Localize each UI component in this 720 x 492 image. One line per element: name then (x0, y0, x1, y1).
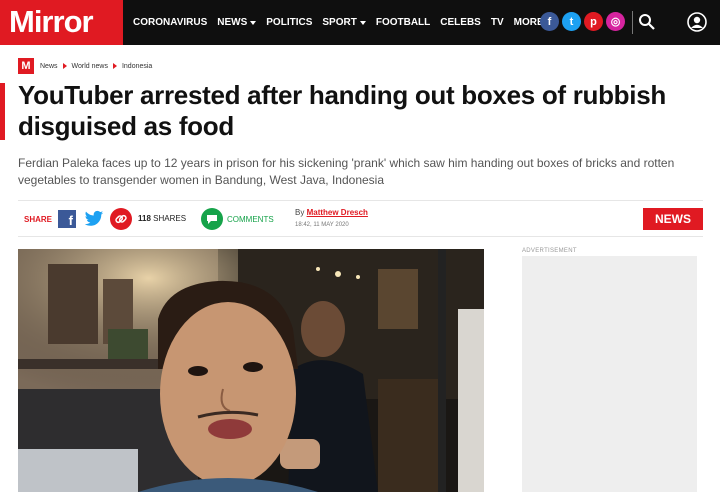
nav-item-tv[interactable]: TV (491, 17, 504, 28)
nav-item-label: TV (490, 17, 504, 28)
advertisement-slot[interactable] (522, 256, 697, 492)
comments-button[interactable]: COMMENTS (201, 208, 274, 230)
breadcrumb-separator-icon (112, 63, 117, 69)
user-account-icon[interactable] (687, 12, 707, 32)
nav-item-label: NEWS (217, 17, 248, 28)
headline-accent-bar (0, 83, 5, 140)
search-icon[interactable] (638, 13, 656, 31)
nav-item-label: POLITICS (266, 17, 313, 28)
nav-item-label: CORONAVIRUS (133, 17, 208, 28)
advertisement-label: ADVERTISEMENT (522, 248, 577, 254)
breadcrumb-indonesia[interactable]: Indonesia (122, 63, 152, 70)
main-menu: CORONAVIRUS NEWS POLITICS SPORT FOOTBALL CELE… (128, 0, 558, 45)
pinterest-icon[interactable]: p (584, 12, 603, 31)
byline: By Matthew Dresch (295, 208, 368, 217)
nav-item-politics[interactable]: POLITICS (266, 17, 312, 28)
instagram-icon[interactable]: ◎ (606, 12, 625, 31)
breadcrumb: M News World news Indonesia (18, 58, 152, 74)
author-link[interactable]: Matthew Dresch (307, 208, 368, 217)
article-standfirst: Ferdian Paleka faces up to 12 years in p… (18, 156, 675, 187)
article-headline: YouTuber arrested after handing out boxe… (18, 80, 666, 141)
nav-item-label: FOOTBALL (375, 17, 431, 28)
nav-divider (632, 11, 633, 34)
breadcrumb-separator-icon (62, 63, 67, 69)
comments-label: COMMENTS (227, 214, 274, 224)
breadcrumb-news[interactable]: News (40, 63, 58, 70)
social-links: f t p ◎ (540, 12, 628, 31)
nav-item-celebs[interactable]: CELEBS (440, 17, 481, 28)
nav-item-football[interactable]: FOOTBALL (376, 17, 430, 28)
facebook-share-icon[interactable]: f (58, 210, 76, 228)
share-count-number: 118 (138, 214, 151, 223)
mirror-mini-logo[interactable]: M (18, 58, 34, 74)
byline-prefix: By (295, 208, 305, 217)
chevron-down-icon (359, 20, 366, 25)
nav-item-sport[interactable]: SPORT (322, 17, 366, 28)
breadcrumb-world-news[interactable]: World news (72, 63, 108, 70)
mirror-logo[interactable]: Mirror (0, 0, 123, 45)
share-label: SHARE (24, 215, 53, 224)
nav-item-news[interactable]: NEWS (217, 17, 257, 28)
publish-date: 18:42, 11 MAY 2020 (295, 222, 349, 228)
speech-bubble-icon (201, 208, 223, 230)
article-hero-image[interactable] (18, 249, 484, 492)
nav-item-label: CELEBS (440, 17, 481, 28)
facebook-icon[interactable]: f (540, 12, 559, 31)
share-count-suffix: SHARES (153, 214, 187, 223)
copy-link-icon[interactable] (110, 208, 132, 230)
share-count: 118 SHARES (138, 214, 186, 223)
chevron-down-icon (250, 20, 257, 25)
share-bar: SHARE f 118 SHARES COMMENTS By Matthew D… (18, 200, 703, 237)
section-badge[interactable]: NEWS (643, 208, 703, 230)
logo-text: Mirror (9, 4, 94, 39)
nav-item-label: SPORT (322, 17, 357, 28)
twitter-share-icon[interactable] (84, 210, 104, 228)
twitter-icon[interactable]: t (562, 12, 581, 31)
nav-item-coronavirus[interactable]: CORONAVIRUS (133, 17, 207, 28)
top-navigation-bar: Mirror CORONAVIRUS NEWS POLITICS SPORT FOOTB… (0, 0, 720, 45)
